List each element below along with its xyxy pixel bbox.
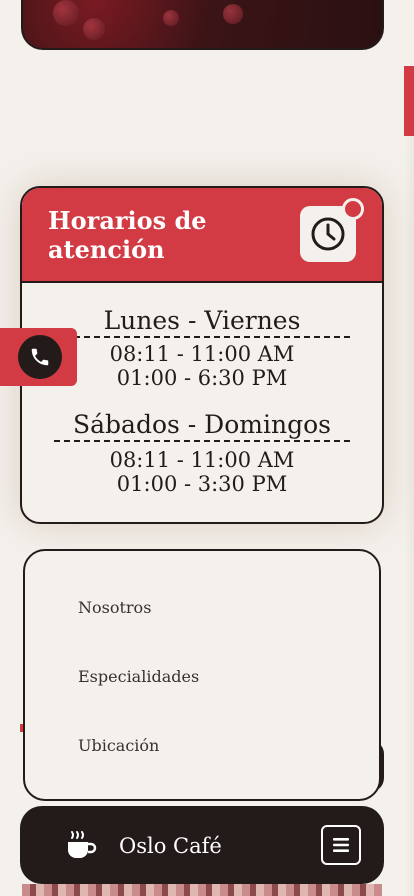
call-circle	[18, 335, 62, 379]
weekend-schedule: Sábados - Domingos 08:11 - 11:00 AM 01:0…	[22, 410, 382, 496]
coffee-cup-icon	[68, 831, 97, 858]
weekend-slot-1: 08:11 - 11:00 AM	[109, 448, 295, 472]
clock-button	[300, 198, 364, 262]
weekday-title: Lunes - Viernes	[54, 306, 350, 338]
hero-image-card	[21, 0, 384, 50]
scroll-indicator[interactable]	[404, 66, 414, 136]
hamburger-menu-icon	[333, 838, 349, 852]
menu-item-ubicacion[interactable]: Ubicación	[78, 736, 159, 755]
notification-dot	[342, 198, 364, 220]
footer-image	[22, 884, 382, 896]
menu-item-especialidades[interactable]: Especialidades	[78, 667, 199, 686]
bottom-nav-bar: Oslo Café	[20, 806, 384, 884]
menu-item-nosotros[interactable]: Nosotros	[78, 598, 151, 617]
phone-icon	[31, 348, 49, 366]
call-button[interactable]	[0, 328, 77, 386]
weekend-slot-2: 01:00 - 3:30 PM	[116, 472, 288, 496]
weekend-title: Sábados - Domingos	[54, 410, 350, 442]
page-edge	[404, 136, 414, 896]
schedule-title: Horarios de atención	[48, 206, 207, 264]
navigation-menu: Nosotros Especialidades Ubicación	[23, 549, 381, 801]
clock-icon	[311, 217, 345, 251]
brand-name[interactable]: Oslo Café	[119, 834, 222, 858]
schedule-header: Horarios de atención	[22, 188, 382, 283]
menu-toggle-button[interactable]	[321, 825, 361, 865]
